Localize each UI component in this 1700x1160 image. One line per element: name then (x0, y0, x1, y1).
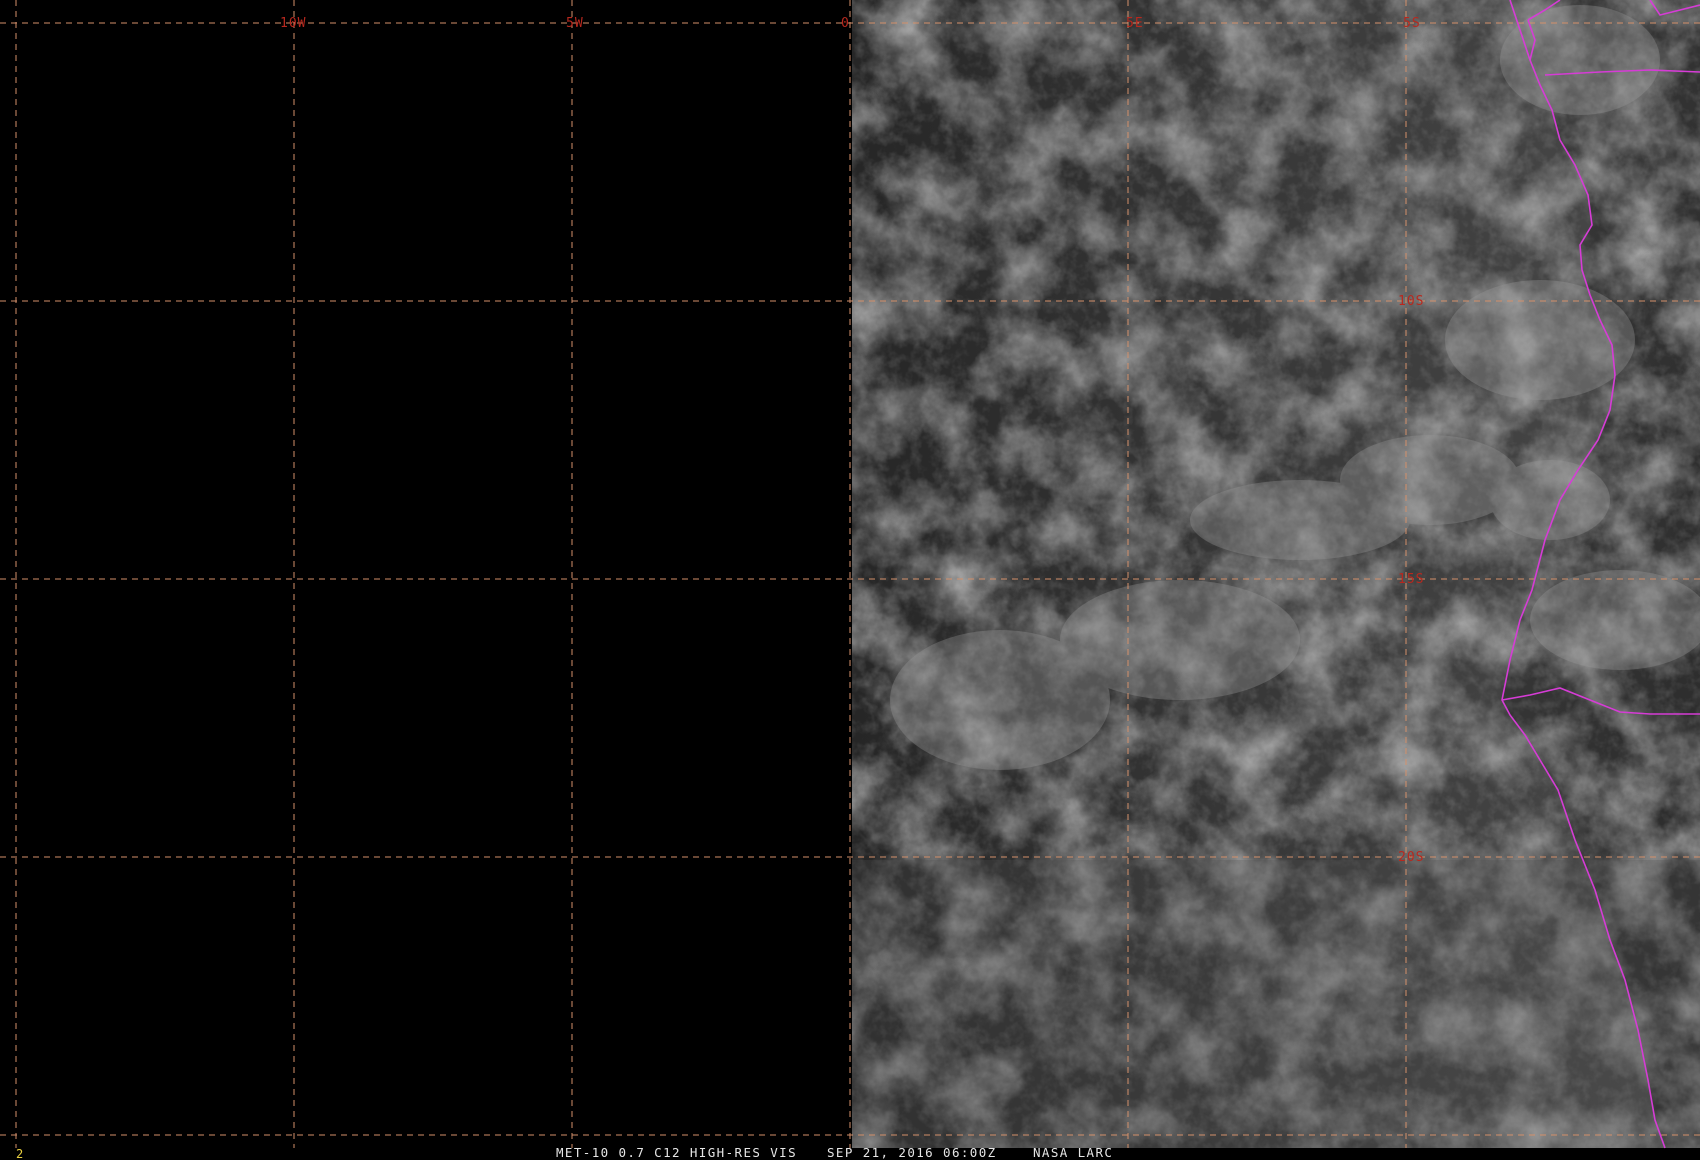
longitude-label-10w: 10W (280, 16, 306, 31)
latitude-label-15s: 15S (1398, 572, 1424, 587)
latitude-label-20s: 20S (1398, 850, 1424, 865)
longitude-label-5w: 5W (566, 16, 584, 31)
credit-label: NASA LARC (1033, 1145, 1113, 1160)
latitude-label-5s: 5S (1403, 16, 1421, 31)
product-name: MET-10 0.7 C12 HIGH-RES VIS (556, 1145, 797, 1160)
frame-number: 2 (16, 1147, 23, 1160)
satellite-imagery (852, 0, 1700, 1148)
latitude-label-10s: 10S (1398, 294, 1424, 309)
longitude-label-0: 0 (841, 16, 850, 31)
satellite-map: 10W 5W 0 5E 5S 10S 15S 20S 2 MET-10 0.7 … (0, 0, 1700, 1160)
longitude-label-5e: 5E (1126, 16, 1144, 31)
image-datetime: SEP 21, 2016 06:00Z (827, 1145, 997, 1160)
